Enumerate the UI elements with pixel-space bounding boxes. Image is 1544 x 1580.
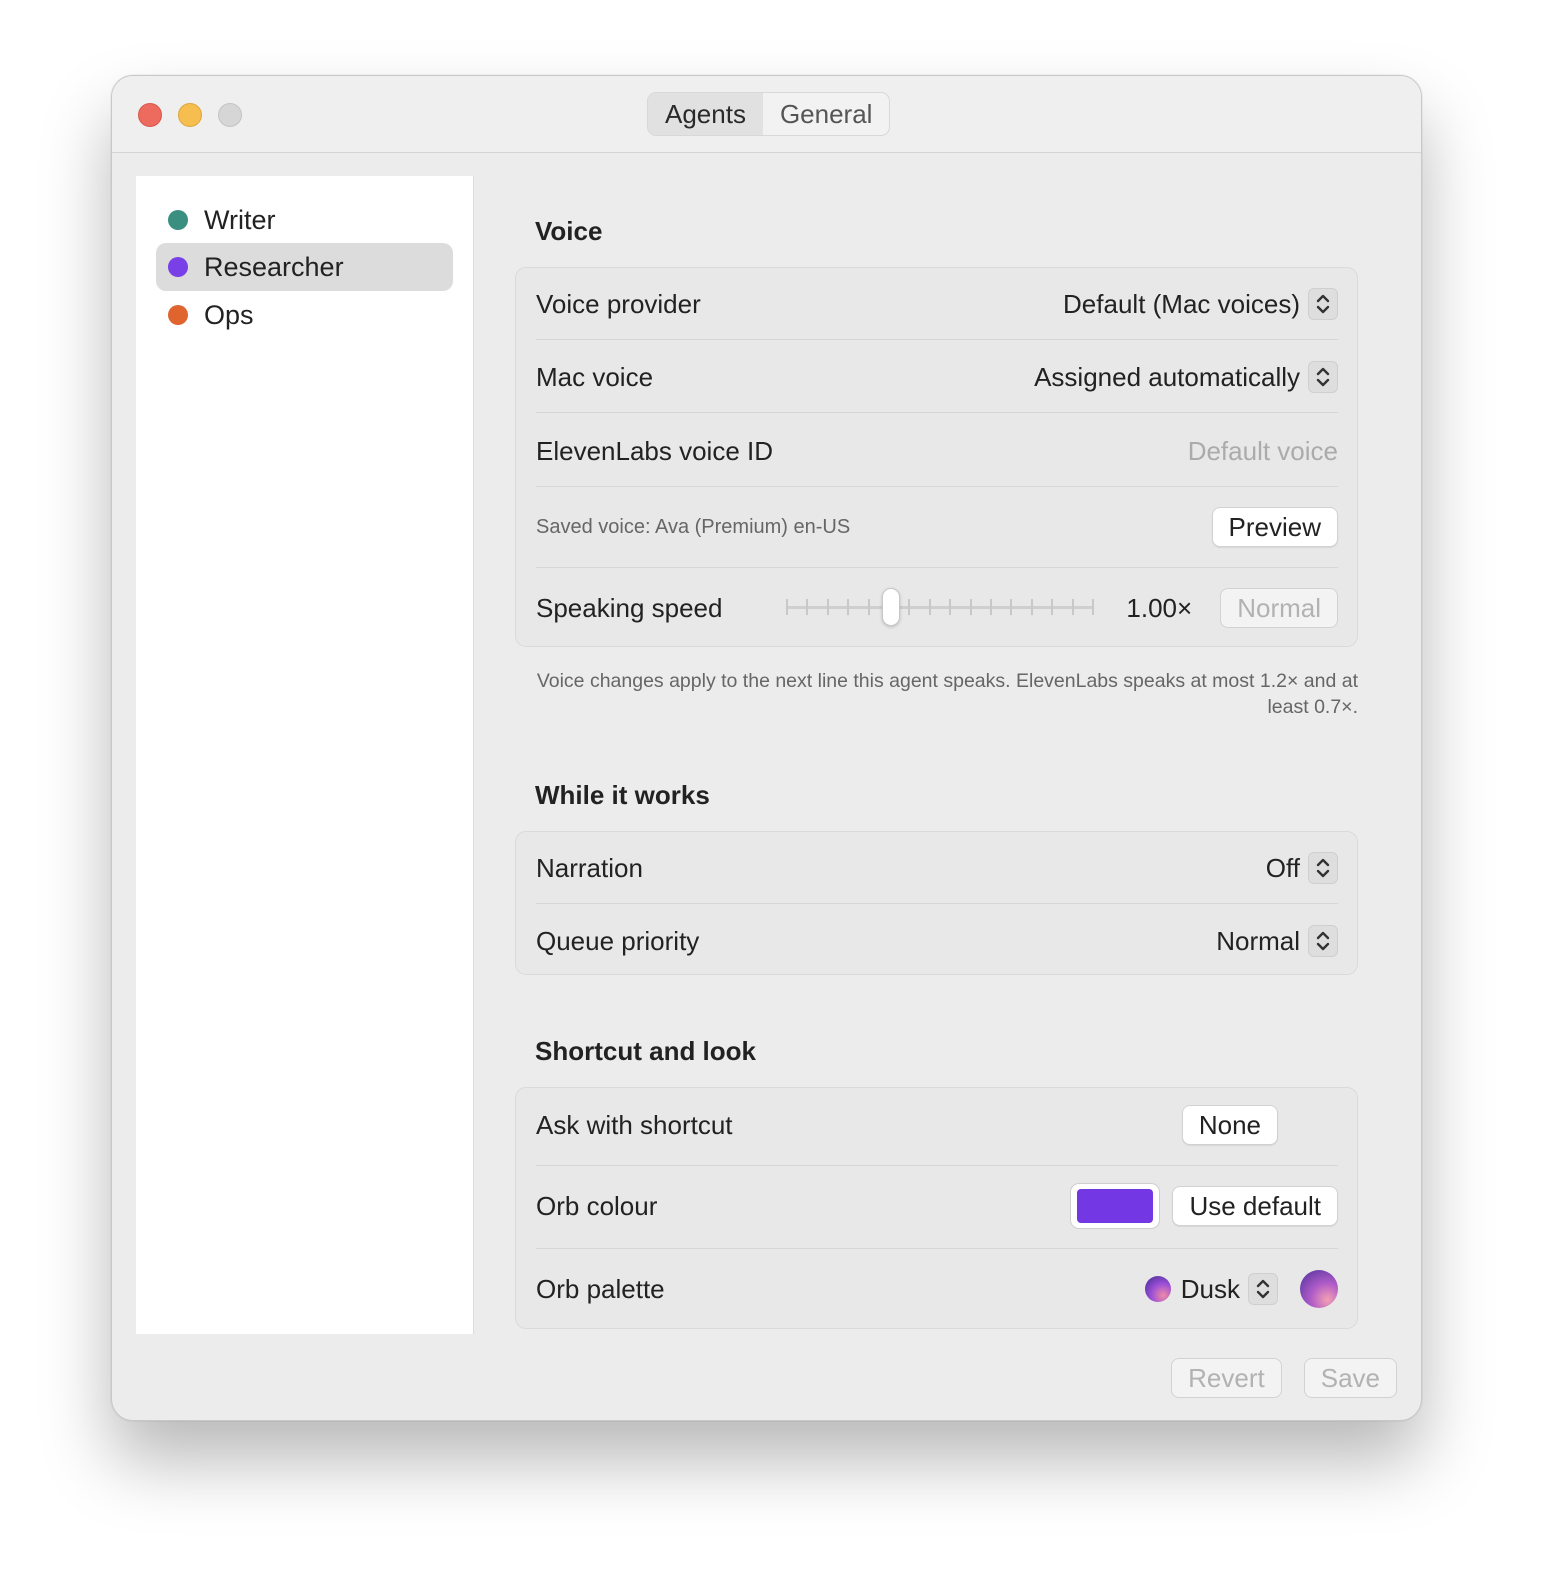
footer-buttons: Revert Save	[1171, 1358, 1397, 1398]
speaking-speed-value: 1.00×	[1126, 592, 1193, 623]
queue-priority-label: Queue priority	[536, 925, 700, 956]
voice-note: Voice changes apply to the next line thi…	[536, 670, 1358, 718]
settings-window: Agents General Writer Researcher Ops Voi…	[111, 75, 1422, 1421]
chevron-updown-icon	[1308, 852, 1338, 884]
sidebar-item-ops[interactable]: Ops	[156, 291, 453, 339]
mac-voice-row: Mac voice Assigned automatically	[536, 357, 1338, 397]
row-divider	[536, 412, 1338, 413]
voice-provider-popup[interactable]: Default (Mac voices)	[1063, 288, 1338, 320]
sidebar-item-label: Ops	[204, 299, 254, 330]
close-window-button[interactable]	[138, 103, 162, 127]
slider-tick	[1010, 599, 1013, 615]
speaking-speed-slider[interactable]	[786, 587, 1094, 627]
chevron-updown-icon	[1308, 361, 1338, 393]
row-divider	[536, 567, 1338, 568]
chevron-updown-icon	[1248, 1273, 1278, 1305]
tab-switcher: Agents General	[647, 92, 891, 136]
slider-tick	[786, 599, 788, 615]
row-divider	[536, 339, 1338, 340]
palette-orb-icon	[1144, 1276, 1171, 1302]
slider-tick	[826, 599, 829, 615]
orb-palette-value: Dusk	[1180, 1273, 1240, 1304]
chevron-updown-icon	[1308, 288, 1338, 320]
orb-colour-label: Orb colour	[536, 1190, 658, 1221]
elevenlabs-voice-id-input[interactable]: Default voice	[1188, 436, 1338, 467]
queue-priority-row: Queue priority Normal	[536, 921, 1338, 961]
orb-preview-icon	[1300, 1270, 1338, 1308]
agent-color-dot	[168, 210, 188, 230]
voice-provider-value: Default (Mac voices)	[1063, 288, 1300, 319]
elevenlabs-label: ElevenLabs voice ID	[536, 435, 774, 466]
slider-tick	[969, 599, 972, 615]
mac-voice-popup[interactable]: Assigned automatically	[1034, 361, 1338, 393]
orb-colour-swatch	[1077, 1189, 1154, 1223]
speaking-speed-row: Speaking speed 1.00× Normal	[536, 587, 1338, 629]
row-divider	[536, 1165, 1338, 1166]
queue-priority-popup[interactable]: Normal	[1216, 925, 1338, 957]
slider-tick	[867, 599, 870, 615]
chevron-updown-icon	[1308, 925, 1338, 957]
shortcut-row: Ask with shortcut None	[536, 1104, 1338, 1146]
mac-voice-value: Assigned automatically	[1034, 361, 1300, 392]
narration-label: Narration	[536, 852, 643, 883]
slider-tick	[908, 599, 911, 615]
work-group: Narration Off Queue priority Normal	[515, 831, 1358, 975]
slider-tick	[928, 599, 931, 615]
sidebar-item-label: Writer	[204, 204, 276, 235]
section-title-while-it-works: While it works	[535, 780, 710, 810]
orb-palette-row: Orb palette Dusk	[536, 1268, 1338, 1310]
agent-list: Writer Researcher Ops	[136, 176, 474, 1334]
slider-tick	[949, 599, 952, 615]
voice-group: Voice provider Default (Mac voices) Mac …	[515, 267, 1358, 647]
tab-agents[interactable]: Agents	[648, 93, 763, 135]
agent-color-dot	[168, 305, 188, 325]
voice-provider-label: Voice provider	[536, 288, 701, 319]
orb-palette-label: Orb palette	[536, 1273, 665, 1304]
save-button[interactable]: Save	[1303, 1358, 1397, 1398]
slider-tick	[806, 599, 809, 615]
mac-voice-label: Mac voice	[536, 361, 654, 392]
agent-color-dot	[168, 257, 188, 277]
narration-value: Off	[1265, 852, 1300, 883]
tab-general[interactable]: General	[763, 93, 889, 135]
orb-colour-row: Orb colour Use default	[536, 1182, 1338, 1230]
use-default-colour-button[interactable]: Use default	[1172, 1186, 1338, 1226]
saved-voice-text: Saved voice: Ava (Premium) en-US	[536, 515, 851, 538]
minimize-window-button[interactable]	[178, 103, 202, 127]
speaking-speed-label: Speaking speed	[536, 592, 723, 623]
slider-tick	[1092, 599, 1094, 615]
slider-tick	[847, 599, 850, 615]
row-divider	[536, 1248, 1338, 1249]
preview-button[interactable]: Preview	[1211, 507, 1338, 547]
look-group: Ask with shortcut None Orb colour Use de…	[515, 1087, 1358, 1329]
orb-palette-popup[interactable]: Dusk	[1144, 1273, 1278, 1305]
slider-tick	[1030, 599, 1033, 615]
slider-knob[interactable]	[881, 588, 900, 626]
queue-priority-value: Normal	[1216, 925, 1300, 956]
slider-tick	[1071, 599, 1074, 615]
shortcut-recorder-button[interactable]: None	[1181, 1105, 1278, 1145]
reset-speed-normal-button[interactable]: Normal	[1220, 588, 1338, 628]
slider-track	[786, 606, 1094, 609]
sidebar-item-writer[interactable]: Writer	[156, 196, 453, 244]
sidebar-item-label: Researcher	[204, 251, 344, 282]
row-divider	[536, 486, 1338, 487]
elevenlabs-row: ElevenLabs voice ID Default voice	[536, 431, 1338, 471]
slider-tick	[990, 599, 992, 615]
saved-voice-row: Saved voice: Ava (Premium) en-US Preview	[536, 506, 1338, 548]
narration-popup[interactable]: Off	[1266, 852, 1338, 884]
revert-button[interactable]: Revert	[1171, 1358, 1282, 1398]
section-title-voice: Voice	[535, 216, 603, 246]
zoom-window-button[interactable]	[218, 103, 242, 127]
slider-tick	[1051, 599, 1054, 615]
narration-row: Narration Off	[536, 848, 1338, 888]
row-divider	[536, 903, 1338, 904]
title-bar: Agents General	[112, 76, 1421, 153]
orb-colour-well[interactable]	[1070, 1183, 1161, 1229]
voice-provider-row: Voice provider Default (Mac voices)	[536, 284, 1338, 324]
shortcut-label: Ask with shortcut	[536, 1109, 733, 1140]
sidebar-item-researcher[interactable]: Researcher	[156, 243, 453, 291]
section-title-shortcut-and-look: Shortcut and look	[535, 1036, 756, 1066]
